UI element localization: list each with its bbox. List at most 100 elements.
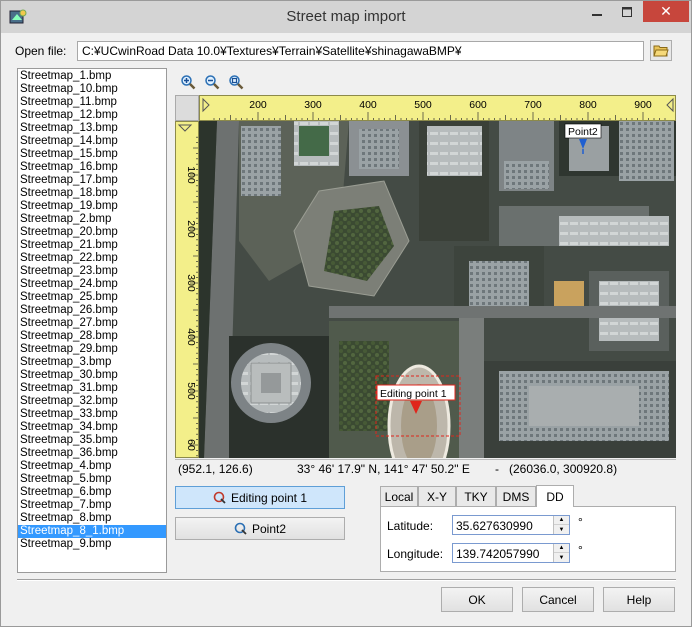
file-list-item[interactable]: Streetmap_26.bmp bbox=[18, 304, 166, 317]
ruler-tick-label: 100 bbox=[185, 166, 197, 184]
file-list-item[interactable]: Streetmap_25.bmp bbox=[18, 291, 166, 304]
ruler-tick-label: 300 bbox=[185, 274, 197, 292]
ruler-up-arrow-icon bbox=[177, 124, 193, 132]
spin-up-icon[interactable]: ▲ bbox=[554, 544, 569, 553]
file-list-item[interactable]: Streetmap_16.bmp bbox=[18, 161, 166, 174]
file-list-item[interactable]: Streetmap_7.bmp bbox=[18, 499, 166, 512]
ruler-left-arrow-icon bbox=[202, 97, 210, 113]
ruler-tick-label: 200 bbox=[185, 220, 197, 238]
file-list-item[interactable]: Streetmap_35.bmp bbox=[18, 434, 166, 447]
zoom-out-button[interactable] bbox=[201, 71, 223, 93]
file-list-item[interactable]: Streetmap_36.bmp bbox=[18, 447, 166, 460]
file-list-item[interactable]: Streetmap_21.bmp bbox=[18, 239, 166, 252]
latitude-label: Latitude: bbox=[387, 519, 434, 533]
longitude-label: Longitude: bbox=[387, 547, 444, 561]
longitude-unit: ° bbox=[578, 543, 583, 557]
satellite-map-view[interactable]: Point2 Editing point 1 bbox=[199, 121, 676, 458]
close-button[interactable]: ✕ bbox=[643, 1, 689, 22]
file-list-item[interactable]: Streetmap_27.bmp bbox=[18, 317, 166, 330]
point2-label: Point2 bbox=[251, 521, 287, 536]
file-list-item[interactable]: Streetmap_30.bmp bbox=[18, 369, 166, 382]
file-list-item[interactable]: Streetmap_8_1.bmp bbox=[18, 525, 166, 538]
open-file-path-input[interactable]: C:¥UCwinRoad Data 10.0¥Textures¥Terrain¥… bbox=[77, 41, 644, 61]
footer-separator bbox=[17, 579, 676, 581]
file-list-item[interactable]: Streetmap_12.bmp bbox=[18, 109, 166, 122]
maximize-button[interactable] bbox=[613, 1, 641, 22]
ruler-tick-label: 700 bbox=[524, 99, 542, 111]
spin-up-icon[interactable]: ▲ bbox=[554, 516, 569, 525]
ruler-tick-label: 600 bbox=[469, 99, 487, 111]
file-list[interactable]: Streetmap_1.bmp Streetmap_10.bmp Streetmap… bbox=[17, 68, 167, 573]
file-list-item[interactable]: Streetmap_22.bmp bbox=[18, 252, 166, 265]
file-list-item[interactable]: Streetmap_3.bmp bbox=[18, 356, 166, 369]
ruler-tick-label: 900 bbox=[634, 99, 652, 111]
tab-tky[interactable]: TKY bbox=[456, 486, 496, 506]
ruler-tick-label: 800 bbox=[579, 99, 597, 111]
file-list-item[interactable]: Streetmap_5.bmp bbox=[18, 473, 166, 486]
ruler-tick-label: 400 bbox=[359, 99, 377, 111]
tab-local[interactable]: Local bbox=[380, 486, 418, 506]
zoom-in-button[interactable] bbox=[177, 71, 199, 93]
file-list-item[interactable]: Streetmap_24.bmp bbox=[18, 278, 166, 291]
file-list-item[interactable]: Streetmap_15.bmp bbox=[18, 148, 166, 161]
file-list-item[interactable]: Streetmap_19.bmp bbox=[18, 200, 166, 213]
browse-folder-button[interactable] bbox=[650, 40, 672, 61]
latitude-input[interactable]: 35.627630990 ▲ ▼ bbox=[452, 515, 570, 535]
file-list-item[interactable]: Streetmap_13.bmp bbox=[18, 122, 166, 135]
coordinate-tabs: Local X-Y TKY DMS DD Latitude: 35.627630… bbox=[380, 485, 676, 572]
spin-down-icon[interactable]: ▼ bbox=[554, 553, 569, 562]
ruler-right-arrow-icon bbox=[666, 97, 674, 113]
close-icon: ✕ bbox=[660, 3, 672, 19]
vertical-ruler[interactable]: 100 200 300 400 500 60 bbox=[175, 121, 199, 458]
file-list-item[interactable]: Streetmap_34.bmp bbox=[18, 421, 166, 434]
pixel-coordinates: (952.1, 126.6) bbox=[178, 462, 253, 476]
file-list-item[interactable]: Streetmap_20.bmp bbox=[18, 226, 166, 239]
spin-down-icon[interactable]: ▼ bbox=[554, 525, 569, 534]
svg-text:Editing point 1: Editing point 1 bbox=[380, 388, 447, 400]
file-list-item[interactable]: Streetmap_18.bmp bbox=[18, 187, 166, 200]
file-list-item[interactable]: Streetmap_4.bmp bbox=[18, 460, 166, 473]
file-list-item[interactable]: Streetmap_11.bmp bbox=[18, 96, 166, 109]
horizontal-ruler[interactable]: 200 300 400 500 600 700 800 900 bbox=[199, 95, 676, 121]
minimize-button[interactable] bbox=[583, 1, 611, 22]
editing-point-1-label: Editing point 1 bbox=[230, 490, 308, 505]
zoom-out-icon bbox=[205, 75, 220, 90]
file-list-item[interactable]: Streetmap_9.bmp bbox=[18, 538, 166, 551]
file-list-item[interactable]: Streetmap_1.bmp bbox=[18, 70, 166, 83]
file-list-item[interactable]: Streetmap_17.bmp bbox=[18, 174, 166, 187]
latitude-spinner[interactable]: ▲ ▼ bbox=[553, 516, 569, 534]
longitude-spinner[interactable]: ▲ ▼ bbox=[553, 544, 569, 562]
point2-button[interactable]: Point2 bbox=[175, 517, 345, 540]
ok-button[interactable]: OK bbox=[441, 587, 513, 612]
editing-point-1-button[interactable]: Editing point 1 bbox=[175, 486, 345, 509]
file-list-item[interactable]: Streetmap_28.bmp bbox=[18, 330, 166, 343]
longitude-input[interactable]: 139.742057990 ▲ ▼ bbox=[452, 543, 570, 563]
svg-text:Point2: Point2 bbox=[568, 126, 598, 138]
file-list-item[interactable]: Streetmap_32.bmp bbox=[18, 395, 166, 408]
file-list-item[interactable]: Streetmap_31.bmp bbox=[18, 382, 166, 395]
ruler-tick-label: 500 bbox=[185, 382, 197, 400]
file-list-item[interactable]: Streetmap_29.bmp bbox=[18, 343, 166, 356]
street-map-import-window: Street map import ✕ Open file: C:¥UCwinR… bbox=[0, 0, 692, 627]
folder-open-icon bbox=[653, 45, 669, 56]
file-list-item[interactable]: Streetmap_6.bmp bbox=[18, 486, 166, 499]
ruler-tick-label: 400 bbox=[185, 328, 197, 346]
cancel-button[interactable]: Cancel bbox=[522, 587, 594, 612]
file-list-item[interactable]: Streetmap_23.bmp bbox=[18, 265, 166, 278]
ruler-tick-label: 500 bbox=[414, 99, 432, 111]
help-button[interactable]: Help bbox=[603, 587, 675, 612]
ruler-corner bbox=[175, 95, 199, 121]
file-list-item[interactable]: Streetmap_33.bmp bbox=[18, 408, 166, 421]
point-edit-icon bbox=[213, 491, 226, 504]
file-list-item[interactable]: Streetmap_10.bmp bbox=[18, 83, 166, 96]
tab-dms[interactable]: DMS bbox=[496, 486, 536, 506]
title-bar: Street map import ✕ bbox=[1, 1, 691, 33]
file-list-item[interactable]: Streetmap_2.bmp bbox=[18, 213, 166, 226]
status-separator: - bbox=[495, 462, 499, 476]
point-edit-icon bbox=[234, 522, 247, 535]
file-list-item[interactable]: Streetmap_8.bmp bbox=[18, 512, 166, 525]
file-list-item[interactable]: Streetmap_14.bmp bbox=[18, 135, 166, 148]
tab-x-y[interactable]: X-Y bbox=[418, 486, 456, 506]
zoom-fit-button[interactable] bbox=[225, 71, 247, 93]
tab-dd[interactable]: DD bbox=[536, 485, 574, 507]
